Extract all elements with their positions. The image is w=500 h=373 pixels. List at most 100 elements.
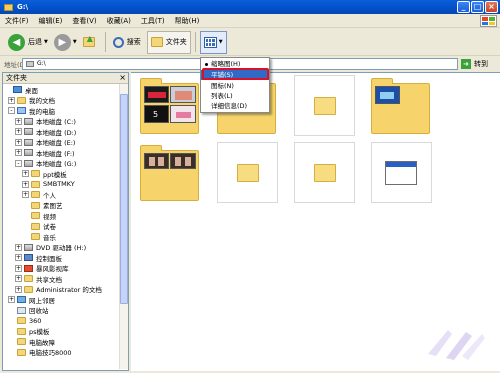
tree-item[interactable]: 试卷 [22, 222, 56, 231]
tree-item-label: Administrator 的文档 [36, 286, 102, 294]
tree-item[interactable]: + SMBTMKY [22, 180, 75, 189]
tree-item[interactable]: + 控制面板 [15, 253, 62, 263]
menu-tools[interactable]: 工具(T) [136, 16, 170, 26]
menu-help[interactable]: 帮助(H) [170, 16, 205, 26]
application-tile[interactable] [371, 142, 432, 203]
folder-thumbnail-tile[interactable]: 5 [140, 75, 201, 136]
expand-icon[interactable]: + [15, 128, 22, 135]
folder-tile[interactable] [294, 75, 355, 136]
tree-item-label: 暴风影视库 [36, 265, 69, 273]
view-option-label: 图标(N) [211, 82, 234, 90]
netico-icon [17, 296, 26, 303]
forward-button[interactable]: ▶ ▼ [51, 31, 80, 54]
collapse-icon[interactable]: - [8, 107, 15, 114]
back-button[interactable]: ◀ 后退 ▼ [5, 31, 51, 54]
tree-item[interactable]: 回收站 [8, 306, 49, 315]
tree-item[interactable]: + 网上邻居 [8, 295, 55, 305]
expand-icon[interactable]: + [15, 264, 22, 272]
scrollbar-thumb[interactable] [120, 94, 128, 304]
up-folder-button[interactable]: ▲ [80, 31, 101, 54]
views-button[interactable]: ▼ [199, 30, 227, 54]
expand-icon[interactable]: + [8, 96, 15, 104]
folders-button[interactable]: 文件夹 [146, 30, 191, 54]
expand-icon[interactable]: + [22, 191, 29, 198]
tree-item[interactable]: ps模板 [8, 327, 50, 336]
expand-icon[interactable]: + [15, 149, 22, 156]
highlight-annotation-box [202, 68, 269, 80]
expand-icon[interactable]: + [15, 275, 22, 282]
go-button[interactable]: ➜ 转到 [461, 58, 497, 70]
tree-item[interactable]: + Administrator 的文档 [15, 285, 102, 294]
expand-icon[interactable]: + [22, 180, 29, 188]
chevron-down-icon: ▼ [218, 39, 223, 45]
fold-icon [17, 96, 26, 104]
toolbar-divider [104, 32, 106, 52]
tree-item[interactable]: + 本地磁盘 (F:) [15, 148, 75, 158]
fold-icon [17, 327, 26, 335]
menu-edit[interactable]: 编辑(E) [34, 16, 68, 26]
tree-item[interactable]: + DVD 驱动器 (H:) [15, 243, 86, 252]
tree-item[interactable]: + 共享文档 [15, 274, 62, 284]
maximize-button[interactable]: □ [471, 1, 484, 13]
tree-item[interactable]: + 本地磁盘 (D:) [15, 127, 76, 137]
tree-item[interactable]: 电脑技巧8000 [8, 348, 72, 357]
tree-item-label: 我的电脑 [29, 107, 55, 116]
tree-item[interactable]: + 我的文档 [8, 96, 55, 105]
view-option-icons[interactable]: 图标(N) [201, 81, 269, 91]
folder-tile[interactable] [294, 142, 355, 203]
folder-tile[interactable] [217, 142, 278, 203]
folder-icon [237, 164, 259, 182]
folder-pane-header: 文件夹 × [3, 73, 128, 84]
expand-icon[interactable]: + [15, 138, 22, 146]
tree-item[interactable]: - 我的电脑 [8, 106, 55, 116]
tree-item[interactable]: 360 [8, 316, 41, 325]
fold-icon [17, 348, 26, 356]
folder-thumbnail-tile[interactable] [371, 75, 432, 136]
tree-item[interactable]: + 本地磁盘 (C:) [15, 117, 76, 126]
close-button[interactable]: × [485, 1, 498, 13]
fold-icon [31, 201, 40, 209]
expand-icon[interactable]: + [15, 117, 22, 125]
folder-icon [314, 97, 336, 115]
tree-item-label: 我的文档 [29, 97, 55, 105]
expand-icon[interactable]: + [22, 170, 29, 177]
search-label: 搜索 [126, 38, 141, 46]
title-bar[interactable]: G:\ _ □ × [0, 0, 500, 14]
view-option-list[interactable]: 列表(L) [201, 91, 269, 101]
folder-pane-close-button[interactable]: × [119, 73, 126, 83]
go-arrow-icon: ➜ [461, 59, 471, 69]
disk-icon [24, 159, 33, 167]
views-icon [203, 36, 217, 48]
tree-item[interactable]: 电脑故障 [8, 337, 55, 347]
tree-item[interactable]: + 暴风影视库 [15, 264, 69, 273]
folder-pane-title: 文件夹 [6, 74, 27, 82]
tree-item-label: 桌面 [25, 86, 38, 95]
tree-item-label: 回收站 [29, 307, 49, 315]
expand-icon[interactable]: + [15, 285, 22, 293]
menu-file[interactable]: 文件(F) [0, 16, 34, 26]
tree-item[interactable]: 音乐 [22, 232, 56, 242]
tree-item[interactable]: + ppt模板 [22, 169, 67, 179]
search-button[interactable]: 搜索 [110, 31, 144, 54]
folder-icon [140, 145, 199, 201]
tree-item[interactable]: - 本地磁盘 (G:) [15, 159, 76, 168]
vertical-scrollbar[interactable] [119, 84, 128, 369]
tree-item[interactable]: + 个人 [22, 190, 56, 200]
tree-item-label: DVD 驱动器 (H:) [36, 244, 87, 252]
tree-item[interactable]: + 本地磁盘 (E:) [15, 138, 75, 147]
expand-icon[interactable]: + [8, 296, 15, 303]
desk-icon [13, 86, 22, 93]
view-option-details[interactable]: 详细信息(D) [201, 101, 269, 111]
menu-favorites[interactable]: 收藏(A) [102, 16, 136, 26]
folder-thumbnail-tile[interactable] [140, 142, 201, 203]
tree-item[interactable]: 桌面 [4, 85, 38, 95]
expand-icon[interactable]: + [15, 254, 22, 261]
minimize-button[interactable]: _ [457, 1, 470, 13]
thumbnail-image [170, 86, 196, 103]
menu-view[interactable]: 查看(V) [67, 16, 101, 26]
tree-item[interactable]: 素图艺 [22, 201, 63, 210]
expand-icon[interactable]: + [15, 243, 22, 251]
thumbnail-image [144, 86, 169, 103]
tree-item[interactable]: 视频 [22, 211, 56, 221]
collapse-icon[interactable]: - [15, 159, 22, 167]
